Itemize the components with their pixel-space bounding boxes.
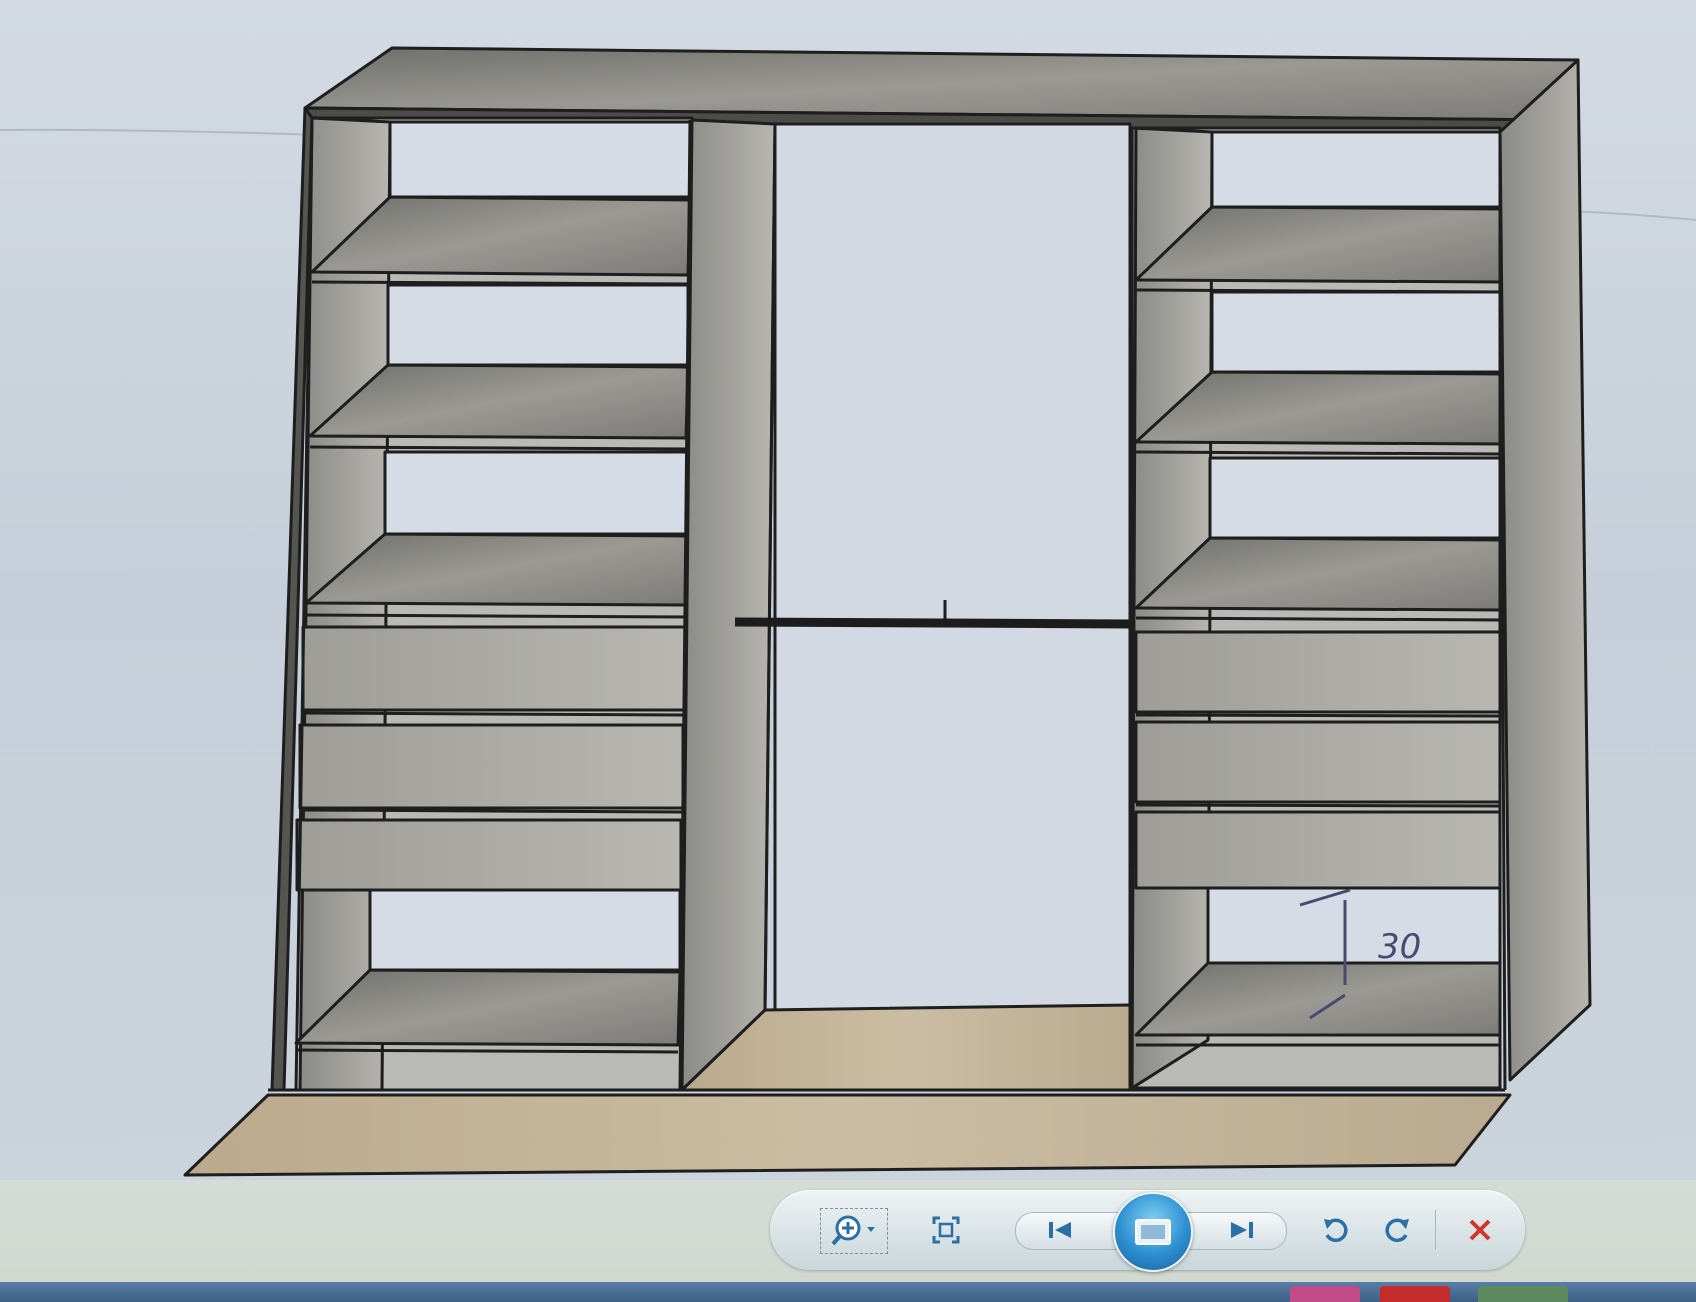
annotation-text: 30 (1378, 927, 1421, 967)
taskbar-app-3[interactable] (1478, 1286, 1568, 1302)
rotate-ccw-icon (1324, 1218, 1348, 1243)
chevron-down-icon (867, 1227, 875, 1232)
rotate-counterclockwise-button[interactable] (1315, 1212, 1355, 1248)
next-icon (1231, 1222, 1253, 1238)
taskbar-app-2[interactable] (1380, 1286, 1450, 1302)
closet-floor (183, 1093, 1512, 1177)
toolbar-separator (1435, 1210, 1436, 1250)
hanging-section (680, 118, 1134, 1092)
zoom-in-icon (831, 1215, 875, 1246)
fit-to-window-icon (932, 1216, 960, 1244)
rotate-cw-icon (1385, 1218, 1409, 1243)
slideshow-icon (1135, 1219, 1171, 1245)
left-drawer-1 (301, 625, 687, 712)
photo-canvas: 30 (0, 0, 1696, 1180)
delete-button[interactable] (1460, 1212, 1500, 1248)
delete-icon (1469, 1219, 1491, 1241)
previous-button[interactable] (1038, 1212, 1082, 1248)
rotate-clockwise-button[interactable] (1378, 1212, 1418, 1248)
left-drawer-2 (298, 723, 685, 810)
left-tower (294, 116, 694, 1092)
right-drawer-2 (1134, 720, 1502, 804)
viewer-toolbar (770, 1190, 1525, 1272)
next-button[interactable] (1220, 1212, 1264, 1248)
taskbar-app-1[interactable] (1290, 1286, 1360, 1302)
actual-size-button[interactable] (928, 1212, 964, 1248)
hanging-rod (734, 617, 1131, 629)
closet-drawing (183, 46, 1592, 1177)
left-drawer-3 (295, 818, 683, 892)
right-drawer-1 (1134, 630, 1502, 714)
zoom-button[interactable] (820, 1208, 888, 1254)
previous-icon (1049, 1222, 1071, 1238)
right-tower (1130, 126, 1507, 1091)
closet-right-side-panel (1498, 58, 1592, 1082)
right-drawer-3 (1134, 810, 1502, 890)
slideshow-button[interactable] (1113, 1192, 1193, 1272)
